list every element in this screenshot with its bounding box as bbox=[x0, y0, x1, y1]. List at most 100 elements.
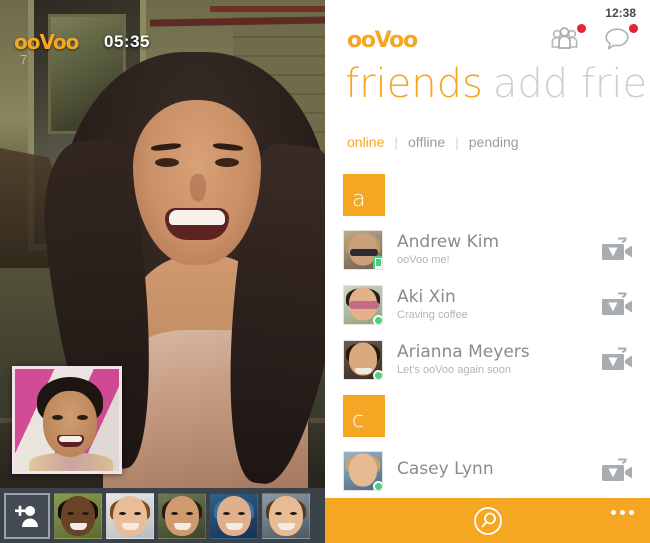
friend-info: Andrew Kim ooVoo me! bbox=[397, 233, 600, 267]
self-view-eye-left bbox=[52, 415, 63, 420]
self-view-teeth bbox=[59, 436, 82, 442]
app-bar bbox=[325, 498, 650, 543]
table-row[interactable]: Arianna Meyers Let's ooVoo again soon bbox=[325, 332, 650, 387]
group-people-icon bbox=[551, 27, 578, 49]
avatar-smile bbox=[355, 367, 372, 374]
friend-status: ooVoo me! bbox=[397, 254, 450, 267]
subject-nose bbox=[190, 174, 206, 202]
friend-name: Andrew Kim bbox=[397, 232, 500, 252]
page-title: friendsadd frien bbox=[345, 64, 650, 104]
chat-button[interactable] bbox=[602, 24, 638, 52]
tab-online[interactable]: online bbox=[347, 134, 384, 150]
avatar[interactable] bbox=[343, 339, 383, 380]
self-view-pip[interactable] bbox=[12, 366, 122, 474]
avatar[interactable] bbox=[343, 284, 383, 325]
video-call-button[interactable] bbox=[600, 458, 634, 484]
subject-brow-right bbox=[212, 142, 244, 152]
friend-info: Aki Xin Craving coffee bbox=[397, 288, 600, 322]
friend-name: Casey Lynn bbox=[397, 459, 494, 479]
thumb-face bbox=[165, 496, 199, 537]
video-call-icon bbox=[602, 237, 632, 260]
more-options-button[interactable] bbox=[611, 510, 634, 515]
group-people-button[interactable] bbox=[550, 24, 586, 52]
list-item[interactable] bbox=[158, 492, 206, 539]
thumb-face bbox=[113, 496, 147, 537]
self-view-eye-right bbox=[77, 415, 88, 420]
header-icon-group bbox=[550, 24, 638, 52]
call-participant-number: 7 bbox=[20, 52, 28, 67]
tab-pending[interactable]: pending bbox=[469, 134, 519, 150]
table-row[interactable]: Casey Lynn bbox=[325, 443, 650, 498]
tab-separator: | bbox=[394, 134, 399, 150]
thumb-eye-left bbox=[275, 512, 282, 516]
thumb-eye-left bbox=[119, 512, 126, 516]
friend-name: Aki Xin bbox=[397, 287, 456, 307]
search-button[interactable] bbox=[473, 506, 503, 536]
thumb-mouth bbox=[122, 523, 139, 531]
ellipsis-dot bbox=[611, 510, 616, 515]
thumb-eye-right bbox=[290, 512, 297, 516]
video-call-icon bbox=[602, 292, 632, 315]
avatar[interactable] bbox=[343, 229, 383, 270]
video-call-button[interactable] bbox=[600, 292, 634, 318]
thumb-mouth bbox=[226, 523, 243, 531]
participant-filmstrip bbox=[0, 488, 325, 543]
thumb-face bbox=[217, 496, 251, 537]
add-participant-button[interactable] bbox=[4, 492, 50, 539]
avatar-sunglasses bbox=[349, 300, 379, 309]
avatar-sunglasses bbox=[350, 248, 378, 256]
presence-online-dot bbox=[373, 480, 382, 490]
video-call-icon bbox=[602, 458, 632, 481]
list-item[interactable] bbox=[262, 492, 310, 539]
thumb-eye-left bbox=[171, 512, 178, 516]
ellipsis-dot bbox=[620, 510, 625, 515]
subject-eye-left bbox=[155, 158, 179, 167]
video-call-icon bbox=[602, 347, 632, 370]
video-call-pane[interactable]: ooVoo 7 05:35 bbox=[0, 0, 325, 543]
notification-badge bbox=[629, 24, 638, 33]
friend-info: Casey Lynn bbox=[397, 460, 600, 482]
table-row[interactable]: Andrew Kim ooVoo me! bbox=[325, 222, 650, 277]
thumb-eye-right bbox=[238, 512, 245, 516]
list-item[interactable] bbox=[210, 492, 258, 539]
thumb-eye-right bbox=[186, 512, 193, 516]
friends-list[interactable]: a Andrew Kim ooVoo me! Aki Xin Craving c… bbox=[325, 166, 650, 543]
call-duration-timer: 05:35 bbox=[104, 32, 150, 51]
subject-eye-right bbox=[215, 158, 239, 167]
add-person-icon bbox=[15, 505, 38, 527]
list-item[interactable] bbox=[54, 492, 102, 539]
filter-tabs: online | offline | pending bbox=[347, 134, 519, 150]
ellipsis-dot bbox=[629, 510, 634, 515]
subject-brow-left bbox=[150, 142, 182, 152]
app-logo: ooVoo bbox=[347, 28, 418, 53]
presence-mobile-icon bbox=[373, 255, 382, 269]
page-title-friends[interactable]: friends bbox=[345, 61, 483, 107]
friend-info: Arianna Meyers Let's ooVoo again soon bbox=[397, 343, 600, 377]
tab-offline[interactable]: offline bbox=[408, 134, 445, 150]
friend-status: Craving coffee bbox=[397, 309, 468, 322]
thumb-face bbox=[269, 496, 303, 537]
friend-status: Let's ooVoo again soon bbox=[397, 364, 512, 377]
friends-list-pane: 12:38 ooVoo friends add frie online | of… bbox=[325, 0, 650, 543]
search-icon bbox=[473, 506, 502, 535]
presence-online-dot bbox=[373, 314, 382, 324]
group-header-c[interactable]: c bbox=[343, 395, 385, 437]
thumb-mouth bbox=[70, 523, 87, 531]
page-title-add-friends[interactable]: add frien bbox=[493, 61, 650, 107]
group-header-a[interactable]: a bbox=[343, 174, 385, 216]
chat-bubble-icon bbox=[605, 28, 629, 50]
thumb-eye-left bbox=[67, 512, 74, 516]
porch-trim-2 bbox=[210, 6, 325, 12]
avatar[interactable] bbox=[343, 450, 383, 491]
table-row[interactable]: Aki Xin Craving coffee bbox=[325, 277, 650, 332]
call-oovoo-logo: ooVoo bbox=[14, 30, 79, 54]
thumb-face bbox=[61, 496, 95, 537]
video-call-button[interactable] bbox=[600, 347, 634, 373]
list-item[interactable] bbox=[106, 492, 154, 539]
thumb-eye-right bbox=[82, 512, 89, 516]
thumb-eye-right bbox=[134, 512, 141, 516]
friend-name: Arianna Meyers bbox=[397, 342, 530, 362]
status-bar-clock: 12:38 bbox=[605, 6, 636, 20]
thumb-eye-left bbox=[223, 512, 230, 516]
video-call-button[interactable] bbox=[600, 237, 634, 263]
